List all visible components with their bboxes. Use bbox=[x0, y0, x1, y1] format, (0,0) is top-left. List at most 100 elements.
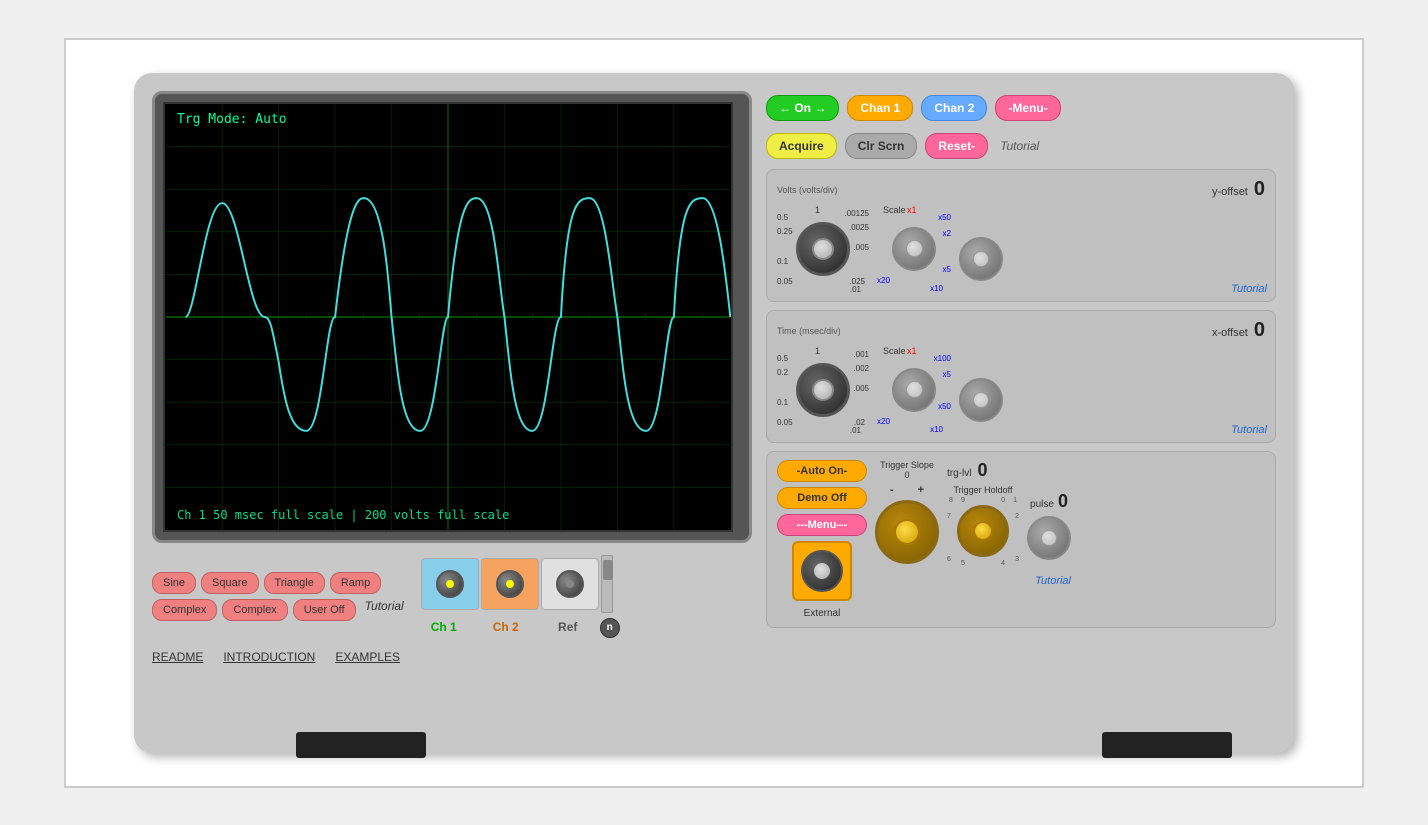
pulse-knob[interactable] bbox=[1027, 516, 1071, 560]
minus-plus-row: - + bbox=[890, 484, 924, 496]
volts-scale-container: Scale x1 x50 x2 x5 x20 x10 bbox=[875, 205, 953, 293]
holdoff-2: 2 bbox=[1015, 513, 1019, 520]
screen-status: Ch 1 50 msec full scale | 200 volts full… bbox=[177, 508, 509, 522]
volts-tutorial[interactable]: Tutorial bbox=[1231, 283, 1267, 295]
complex2-button[interactable]: Complex bbox=[222, 599, 287, 621]
ch1-thumbnail[interactable] bbox=[421, 558, 479, 610]
time-lbl-005r: .005 bbox=[853, 384, 869, 393]
on-button[interactable]: ← On → bbox=[766, 95, 839, 121]
holdoff-label: Trigger Holdoff bbox=[953, 485, 1012, 495]
trigger-slope-group: Trigger Slope 0 - + bbox=[875, 460, 939, 564]
auto-on-button[interactable]: -Auto On- bbox=[777, 460, 867, 482]
bottom-nav: README INTRODUCTION EXAMPLES bbox=[152, 646, 752, 668]
oscilloscope: Trg Mode: Auto Ch 1 50 msec full scale |… bbox=[134, 73, 1294, 753]
channel-labels-row: Ch 1 Ch 2 Ref n bbox=[414, 618, 620, 638]
external-button[interactable] bbox=[792, 541, 852, 601]
trigger-section: -Auto On- Demo Off ---Menu--- External T… bbox=[766, 451, 1276, 628]
time-main-knob[interactable] bbox=[796, 363, 850, 417]
ch1-knob bbox=[436, 570, 464, 598]
menu-button[interactable]: -Menu- bbox=[995, 95, 1060, 121]
time-lbl-005: 0.05 bbox=[777, 418, 793, 427]
reset-button[interactable]: Reset- bbox=[925, 133, 988, 159]
time-section: Time (msec/div) x-offset 0 1 0.5 0.2 0.1… bbox=[766, 310, 1276, 443]
outer-frame: Trg Mode: Auto Ch 1 50 msec full scale |… bbox=[64, 38, 1364, 788]
ch1-knob-dot bbox=[446, 580, 454, 588]
trigger-right-controls: trg-lvl 0 Trigger Holdoff 9 8 7 6 bbox=[947, 460, 1071, 587]
ramp-button[interactable]: Ramp bbox=[330, 572, 381, 594]
left-panel: Trg Mode: Auto Ch 1 50 msec full scale |… bbox=[152, 91, 752, 735]
y-offset-knob[interactable] bbox=[959, 237, 1003, 281]
screen-container: Trg Mode: Auto Ch 1 50 msec full scale |… bbox=[152, 91, 752, 543]
chan1-button[interactable]: Chan 1 bbox=[847, 95, 913, 121]
y-offset-knob-group bbox=[959, 217, 1003, 281]
time-header: Time (msec/div) x-offset 0 bbox=[777, 319, 1265, 342]
time-tutorial[interactable]: Tutorial bbox=[1231, 424, 1267, 436]
x-offset-knob[interactable] bbox=[959, 378, 1003, 422]
top-buttons-row: ← On → Chan 1 Chan 2 -Menu- bbox=[766, 91, 1276, 125]
holdoff-7: 7 bbox=[947, 513, 951, 520]
volts-title: Volts (volts/div) bbox=[777, 185, 838, 195]
x-offset-display: x-offset 0 bbox=[1212, 319, 1265, 342]
time-lbl-05: 0.5 bbox=[777, 354, 788, 363]
trigger-left-controls: -Auto On- Demo Off ---Menu--- External bbox=[777, 460, 867, 619]
examples-link[interactable]: EXAMPLES bbox=[335, 650, 400, 664]
holdoff-1: 1 bbox=[1013, 497, 1017, 504]
trigger-tutorial[interactable]: Tutorial bbox=[1035, 575, 1071, 587]
time-scale-knob[interactable] bbox=[892, 368, 936, 412]
ch2-thumbnail[interactable] bbox=[481, 558, 539, 610]
x-offset-knob-inner bbox=[973, 392, 989, 408]
complex1-button[interactable]: Complex bbox=[152, 599, 217, 621]
y-offset-label: y-offset bbox=[1212, 186, 1248, 198]
sine-button[interactable]: Sine bbox=[152, 572, 196, 594]
pulse-label: pulse bbox=[1030, 499, 1054, 510]
holdoff-knob[interactable] bbox=[957, 505, 1009, 557]
ch2-knob-dot bbox=[506, 580, 514, 588]
demo-off-button[interactable]: Demo Off bbox=[777, 487, 867, 509]
trigger-slope-value: 0 bbox=[904, 470, 909, 480]
volts-knobs-row: 1 0.5 0.25 0.1 0.05 .00125 .0025 .005 .0… bbox=[777, 205, 1265, 293]
x-offset-value: 0 bbox=[1254, 319, 1265, 342]
channel-thumbnails: Ch 1 Ch 2 Ref n bbox=[414, 555, 620, 638]
triangle-button[interactable]: Triangle bbox=[264, 572, 325, 594]
time-lbl-02: 0.2 bbox=[777, 368, 788, 377]
trigger-menu-button[interactable]: ---Menu--- bbox=[777, 514, 867, 536]
time-knob-inner bbox=[812, 379, 834, 401]
screen-grid bbox=[165, 104, 731, 530]
volts-scale-knob-inner bbox=[906, 240, 923, 257]
acquire-button[interactable]: Acquire bbox=[766, 133, 837, 159]
second-buttons-row: Acquire Clr Scrn Reset- Tutorial bbox=[766, 131, 1276, 161]
user-off-button[interactable]: User Off bbox=[293, 599, 356, 621]
volts-lbl-025: 0.25 bbox=[777, 227, 793, 236]
slope-title-group: Trigger Slope 0 bbox=[880, 460, 934, 480]
volts-knob-container: 1 0.5 0.25 0.1 0.05 .00125 .0025 .005 .0… bbox=[777, 205, 869, 293]
neg-button[interactable]: n bbox=[600, 618, 620, 638]
chan2-button[interactable]: Chan 2 bbox=[921, 95, 987, 121]
top-controls: ← On → Chan 1 Chan 2 -Menu- Acquire Clr … bbox=[766, 91, 1276, 161]
ref-knob bbox=[556, 570, 584, 598]
volts-main-knob[interactable] bbox=[796, 222, 850, 276]
pulse-group: pulse 0 bbox=[1027, 491, 1071, 560]
time-lbl-001r: .01 bbox=[850, 426, 861, 435]
volts-titles: Volts (volts/div) bbox=[777, 180, 838, 198]
plus-label: + bbox=[918, 484, 924, 496]
square-button[interactable]: Square bbox=[201, 572, 258, 594]
ref-thumbnail[interactable] bbox=[541, 558, 599, 610]
introduction-link[interactable]: INTRODUCTION bbox=[223, 650, 315, 664]
time-titles: Time (msec/div) bbox=[777, 321, 841, 339]
volts-scale-knob[interactable] bbox=[892, 227, 936, 271]
holdoff-6: 6 bbox=[947, 556, 951, 563]
time-scale-x100: x100 bbox=[934, 354, 951, 363]
readme-link[interactable]: README bbox=[152, 650, 203, 664]
top-tutorial-label: Tutorial bbox=[1000, 139, 1039, 153]
volts-lbl-01r: .01 bbox=[850, 285, 861, 294]
pulse-header: pulse 0 bbox=[1030, 491, 1068, 512]
holdoff-3: 3 bbox=[1015, 556, 1019, 563]
bottom-controls: Sine Square Triangle Ramp Complex Comple… bbox=[152, 555, 752, 638]
thumbnail-scrollbar[interactable] bbox=[601, 555, 613, 613]
trg-lvl-label: trg-lvl bbox=[947, 468, 971, 479]
trg-mode-label: Trg Mode: Auto bbox=[177, 112, 287, 127]
clr-scrn-button[interactable]: Clr Scrn bbox=[845, 133, 918, 159]
volts-lbl-0025: .0025 bbox=[849, 223, 869, 232]
volts-scale-value: x1 bbox=[907, 205, 917, 215]
trigger-slope-knob[interactable] bbox=[875, 500, 939, 564]
